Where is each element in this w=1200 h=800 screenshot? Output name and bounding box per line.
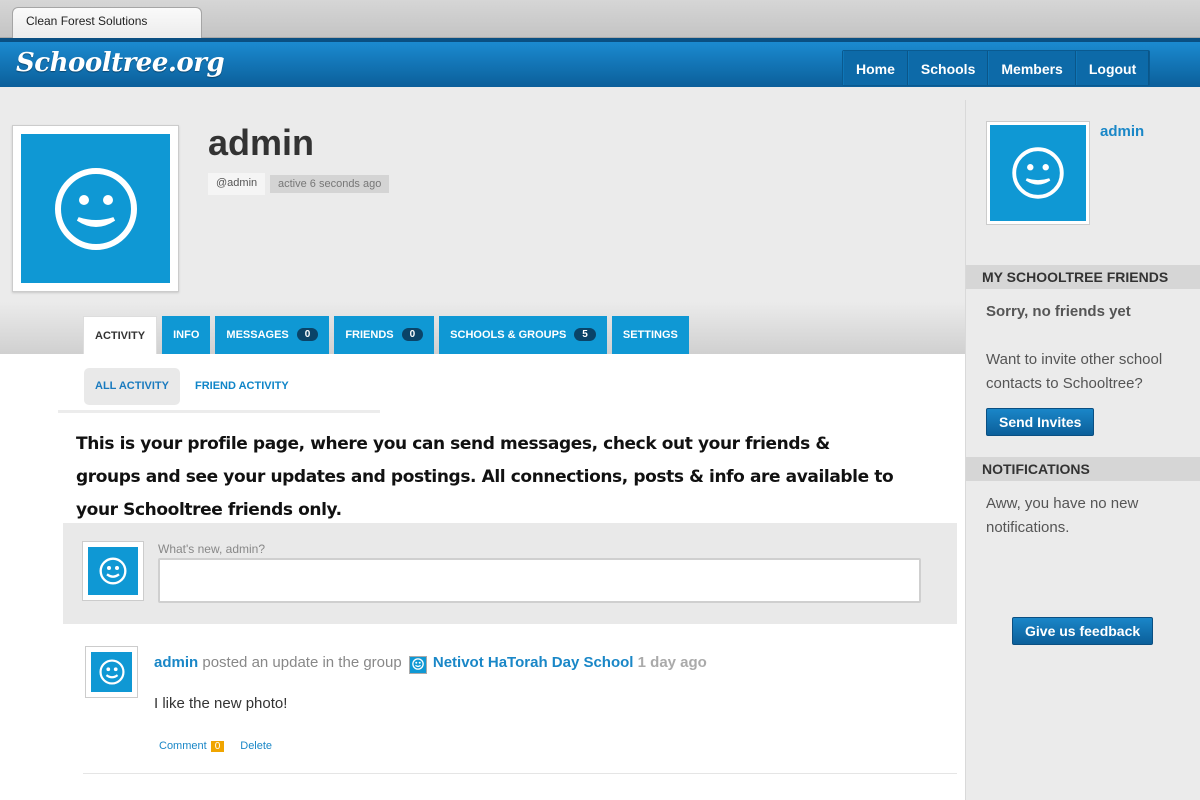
notifications-heading: NOTIFICATIONS xyxy=(966,457,1200,481)
profile-handle: @admin xyxy=(208,173,266,195)
smiley-icon xyxy=(21,134,170,283)
tab-settings[interactable]: SETTINGS xyxy=(611,316,689,354)
friends-heading: MY SCHOOLTREE FRIENDS xyxy=(966,265,1200,289)
nav-members[interactable]: Members xyxy=(988,51,1076,85)
post-actions: Comment 0 Delete xyxy=(159,740,272,752)
no-notifications-text: Aww, you have no new notifications. xyxy=(986,495,1139,536)
comment-button[interactable]: Comment 0 xyxy=(159,740,225,752)
invite-text: Want to invite other school contacts to … xyxy=(986,351,1163,392)
send-invites-button[interactable]: Send Invites xyxy=(986,408,1095,436)
nav-home[interactable]: Home xyxy=(843,51,908,85)
smiley-icon xyxy=(990,125,1086,221)
main-nav: Home Schools Members Logout xyxy=(842,50,1151,86)
whats-new-input[interactable] xyxy=(158,558,921,603)
browser-tab[interactable]: Clean Forest Solutions xyxy=(12,7,202,38)
group-avatar-icon[interactable] xyxy=(408,656,427,674)
site-header: Schooltree.org Home Schools Members Logo… xyxy=(0,38,1200,87)
activity-subnav: ALL ACTIVITY FRIEND ACTIVITY xyxy=(58,354,380,413)
profile-tabs: ACTIVITY INFO MESSAGES 0 FRIENDS 0 SCHOOLS… xyxy=(83,316,689,355)
tab-label: MESSAGES xyxy=(226,329,289,341)
browser-tab-strip: Clean Forest Solutions xyxy=(0,0,1200,38)
friends-count-badge: 0 xyxy=(401,328,424,341)
feedback-button[interactable]: Give us feedback xyxy=(1012,617,1154,645)
comment-count-badge: 0 xyxy=(210,741,225,752)
smiley-icon xyxy=(88,547,138,595)
sidebar-avatar[interactable] xyxy=(986,121,1090,225)
tab-label: SCHOOLS & GROUPS xyxy=(450,329,567,341)
activity-content: ALL ACTIVITY FRIEND ACTIVITY This is you… xyxy=(0,354,965,800)
sidebar-username-link[interactable]: admin xyxy=(1100,123,1144,140)
tab-label: SETTINGS xyxy=(622,329,678,341)
tab-info[interactable]: INFO xyxy=(162,316,211,354)
profile-name: admin xyxy=(208,122,315,163)
tab-label: INFO xyxy=(173,329,200,341)
smiley-icon xyxy=(91,652,132,692)
user-avatar[interactable] xyxy=(82,541,144,601)
tab-schools-groups[interactable]: SCHOOLS & GROUPS 5 xyxy=(439,316,607,354)
post-author-link[interactable]: admin xyxy=(154,654,198,671)
sidebar: admin MY SCHOOLTREE FRIENDS Sorry, no fr… xyxy=(965,100,1200,800)
profile-intro-text: This is your profile page, where you can… xyxy=(76,434,894,520)
profile-avatar[interactable] xyxy=(12,125,179,292)
active-status: active 6 seconds ago xyxy=(270,175,390,193)
delete-button[interactable]: Delete xyxy=(240,740,272,752)
site-logo[interactable]: Schooltree.org xyxy=(16,48,225,78)
tab-friends[interactable]: FRIENDS 0 xyxy=(334,316,435,354)
post-group-link[interactable]: Netivot HaTorah Day School xyxy=(433,654,634,671)
activity-post: admin posted an update in the group Neti… xyxy=(83,644,957,774)
post-author-avatar[interactable] xyxy=(85,646,138,698)
whats-new-label: What's new, admin? xyxy=(158,542,266,556)
tab-label: ACTIVITY xyxy=(95,330,146,342)
nav-logout[interactable]: Logout xyxy=(1075,51,1150,85)
tab-activity[interactable]: ACTIVITY xyxy=(83,316,158,355)
comment-label: Comment xyxy=(159,740,207,752)
post-meta: admin posted an update in the group Neti… xyxy=(154,654,707,674)
post-body: I like the new photo! xyxy=(154,695,288,712)
messages-count-badge: 0 xyxy=(296,328,319,341)
tab-messages[interactable]: MESSAGES 0 xyxy=(215,316,330,354)
main-content: admin @admin active 6 seconds ago ACTIVI… xyxy=(0,87,965,800)
groups-count-badge: 5 xyxy=(574,328,596,341)
subtab-all-activity[interactable]: ALL ACTIVITY xyxy=(84,368,180,405)
whats-new-form: What's new, admin? xyxy=(63,523,957,624)
post-timestamp[interactable]: 1 day ago xyxy=(638,654,707,671)
profile-header: admin @admin active 6 seconds ago ACTIVI… xyxy=(0,87,965,355)
no-friends-text: Sorry, no friends yet xyxy=(986,303,1131,320)
post-action-text: posted an update in the group xyxy=(202,654,402,671)
nav-schools[interactable]: Schools xyxy=(907,51,989,85)
tab-label: FRIENDS xyxy=(345,329,394,341)
subtab-friend-activity[interactable]: FRIEND ACTIVITY xyxy=(184,368,300,405)
